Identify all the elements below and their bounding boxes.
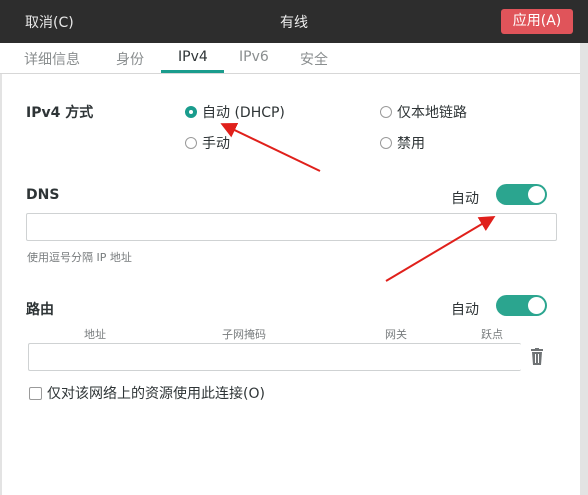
local-only-checkbox-row[interactable]: 仅对该网络上的资源使用此连接(O) <box>29 383 265 403</box>
switch-knob <box>528 186 545 203</box>
routes-title: 路由 <box>26 302 54 318</box>
trash-icon[interactable] <box>529 348 545 370</box>
dns-auto-label: 自动 <box>451 191 479 207</box>
radio-unchecked-icon <box>185 137 197 149</box>
routes-auto-label: 自动 <box>451 302 479 318</box>
dns-title: DNS <box>26 187 60 203</box>
dns-hint: 使用逗号分隔 IP 地址 <box>27 251 132 264</box>
switch-knob <box>528 297 545 314</box>
dns-auto-switch[interactable] <box>496 184 547 205</box>
header-bar: 取消(C) 有线 应用(A) <box>0 0 588 43</box>
window-title: 有线 <box>280 15 308 31</box>
tab-ipv4[interactable]: IPv4 <box>178 49 208 65</box>
column-gateway: 网关 <box>385 328 407 341</box>
dns-input[interactable] <box>26 213 557 241</box>
ipv4-method-label: IPv4 方式 <box>26 105 94 121</box>
arrow-to-dhcp <box>220 122 321 172</box>
radio-manual[interactable]: 手动 <box>185 133 230 153</box>
radio-unchecked-icon <box>380 106 392 118</box>
radio-disabled[interactable]: 禁用 <box>380 133 425 153</box>
radio-manual-label: 手动 <box>202 136 230 152</box>
routes-auto-switch[interactable] <box>496 295 547 316</box>
route-row-input[interactable] <box>28 343 521 371</box>
tab-security[interactable]: 安全 <box>300 49 328 69</box>
column-netmask: 子网掩码 <box>222 328 266 341</box>
tab-ipv6[interactable]: IPv6 <box>239 49 269 65</box>
tab-details[interactable]: 详细信息 <box>24 49 80 69</box>
radio-unchecked-icon <box>380 137 392 149</box>
column-metric: 跃点 <box>481 328 503 341</box>
radio-auto-dhcp[interactable]: 自动 (DHCP) <box>185 102 285 122</box>
tab-bar: 详细信息 身份 IPv4 IPv6 安全 <box>0 43 580 74</box>
annotation-arrows <box>220 122 496 282</box>
window-border-right <box>580 43 588 495</box>
radio-checked-icon <box>185 106 197 118</box>
active-tab-indicator <box>161 70 224 73</box>
radio-auto-dhcp-label: 自动 (DHCP) <box>202 105 285 121</box>
apply-button[interactable]: 应用(A) <box>501 9 573 34</box>
radio-link-local[interactable]: 仅本地链路 <box>380 102 467 122</box>
checkbox-unchecked-icon <box>29 386 42 400</box>
tab-identity[interactable]: 身份 <box>116 49 144 69</box>
radio-link-local-label: 仅本地链路 <box>397 105 467 121</box>
column-address: 地址 <box>84 328 106 341</box>
window-border-left <box>0 43 2 495</box>
local-only-label: 仅对该网络上的资源使用此连接(O) <box>47 386 265 402</box>
radio-disabled-label: 禁用 <box>397 136 425 152</box>
